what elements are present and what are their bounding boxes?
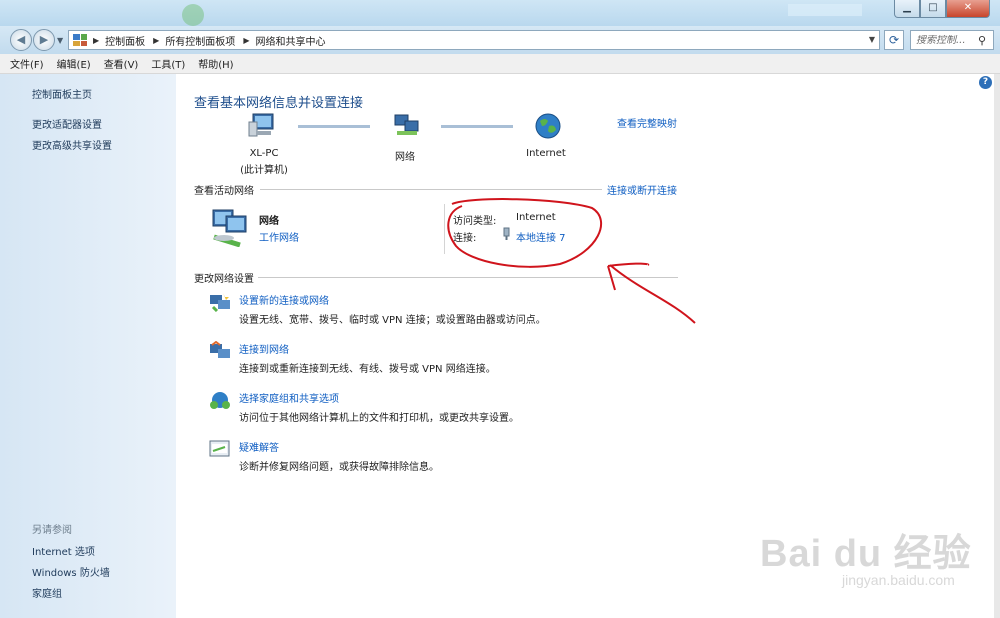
breadcrumb-network-center[interactable]: 网络和共享中心 <box>255 33 325 48</box>
see-also-heading: 另请参阅 <box>32 525 72 536</box>
task-connect-network-desc: 连接到或重新连接到无线、有线、拨号或 VPN 网络连接。 <box>239 364 496 375</box>
breadcrumb-separator-icon[interactable]: ▶ <box>93 36 99 45</box>
internet-label: Internet <box>526 148 566 159</box>
menu-file[interactable]: 文件(F) <box>10 56 44 71</box>
connect-network-icon <box>210 341 230 358</box>
minimize-button[interactable]: ▁ <box>894 0 920 18</box>
work-network-icon <box>212 209 247 247</box>
task-new-connection-desc: 设置无线、宽带、拨号、临时或 VPN 连接；或设置路由器或访问点。 <box>239 315 546 326</box>
blurred-app-icon <box>182 4 204 26</box>
active-networks-heading: 查看活动网络 <box>194 186 254 197</box>
task-troubleshoot-link[interactable]: 疑难解答 <box>239 439 279 454</box>
refresh-button[interactable]: ⟳ <box>884 30 904 50</box>
connection-line <box>441 125 513 128</box>
sidebar-item-advanced-sharing[interactable]: 更改高级共享设置 <box>32 137 112 152</box>
homegroup-icon <box>210 392 230 409</box>
menu-bar: 文件(F) 编辑(E) 查看(V) 工具(T) 帮助(H) <box>0 54 1000 74</box>
close-button[interactable]: ✕ <box>946 0 990 18</box>
task-connect-network-link[interactable]: 连接到网络 <box>239 341 289 356</box>
task-troubleshoot-desc: 诊断并修复网络问题，或获得故障排除信息。 <box>239 462 439 473</box>
network-icon <box>394 114 419 135</box>
title-bar: ▁ □ ✕ <box>0 0 1000 26</box>
access-type-label: 访问类型: <box>453 216 497 227</box>
pc-subtitle: (此计算机) <box>240 165 288 176</box>
chevron-down-icon[interactable]: ▼ <box>869 35 875 44</box>
blurred-region <box>788 4 862 16</box>
connection-label: 连接: <box>453 233 477 244</box>
menu-tools[interactable]: 工具(T) <box>151 56 185 71</box>
network-type-link[interactable]: 工作网络 <box>259 229 299 244</box>
breadcrumb-control-panel[interactable]: 控制面板 <box>105 33 145 48</box>
search-icon[interactable]: ⚲ <box>978 34 986 47</box>
sidebar-item-homegroup[interactable]: 家庭组 <box>32 585 62 600</box>
sidebar-item-adapter-settings[interactable]: 更改适配器设置 <box>32 116 102 131</box>
address-bar-row: ◀ ▶ ▼ ▶ 控制面板 ▶ 所有控制面板项 ▶ 网络和共享中心 ▼ ⟳ ⚲ <box>0 26 1000 54</box>
task-new-connection-link[interactable]: 设置新的连接或网络 <box>239 292 329 307</box>
ethernet-icon <box>503 227 510 240</box>
sidebar-item-internet-options[interactable]: Internet 选项 <box>32 543 95 558</box>
view-full-map-link[interactable]: 查看完整映射 <box>617 115 677 130</box>
recent-pages-dropdown[interactable]: ▼ <box>57 36 63 45</box>
address-bar[interactable]: ▶ 控制面板 ▶ 所有控制面板项 ▶ 网络和共享中心 ▼ <box>68 30 880 50</box>
task-homegroup-desc: 访问位于其他网络计算机上的文件和打印机，或更改共享设置。 <box>239 413 519 424</box>
connect-disconnect-link[interactable]: 连接或断开连接 <box>607 182 677 197</box>
globe-icon <box>535 113 561 139</box>
window-controls: ▁ □ ✕ <box>894 0 990 18</box>
forward-button[interactable]: ▶ <box>33 29 55 51</box>
new-connection-icon <box>210 293 230 312</box>
search-box[interactable]: ⚲ <box>910 30 994 50</box>
control-panel-icon <box>73 34 87 46</box>
task-homegroup-link[interactable]: 选择家庭组和共享选项 <box>239 390 339 405</box>
pc-label: XL-PC (此计算机) <box>236 148 292 176</box>
menu-help[interactable]: 帮助(H) <box>198 56 233 71</box>
access-type-value: Internet <box>516 212 556 223</box>
breadcrumb-separator-icon[interactable]: ▶ <box>243 36 249 45</box>
scrollbar[interactable] <box>994 74 1000 618</box>
pc-name: XL-PC <box>249 148 279 159</box>
breadcrumb-separator-icon[interactable]: ▶ <box>153 36 159 45</box>
computer-icon <box>248 113 274 137</box>
sidebar-item-control-panel-home[interactable]: 控制面板主页 <box>32 86 92 101</box>
sidebar: 控制面板主页 更改适配器设置 更改高级共享设置 另请参阅 Internet 选项… <box>0 74 176 618</box>
menu-edit[interactable]: 编辑(E) <box>57 56 91 71</box>
local-connection-link[interactable]: 本地连接 7 <box>516 229 566 244</box>
search-input[interactable] <box>916 34 978 46</box>
network-label: 网络 <box>395 152 415 163</box>
baidu-watermark: Bai du 经验 jingyan.baidu.com <box>760 522 972 588</box>
help-icon[interactable]: ? <box>979 76 992 89</box>
maximize-button[interactable]: □ <box>920 0 946 18</box>
breadcrumb-all-items[interactable]: 所有控制面板项 <box>165 33 235 48</box>
back-button[interactable]: ◀ <box>10 29 32 51</box>
active-network-name: 网络 <box>259 216 279 227</box>
section-divider <box>260 189 602 190</box>
section-divider <box>258 277 678 278</box>
sidebar-item-windows-firewall[interactable]: Windows 防火墙 <box>32 564 110 579</box>
watermark-url: jingyan.baidu.com <box>842 572 955 588</box>
connection-line <box>298 125 370 128</box>
vertical-divider <box>444 204 445 254</box>
page-title: 查看基本网络信息并设置连接 <box>194 96 364 111</box>
troubleshoot-icon <box>209 440 230 457</box>
change-settings-heading: 更改网络设置 <box>194 274 254 285</box>
watermark-brand: Bai du 经验 <box>760 533 972 575</box>
menu-view[interactable]: 查看(V) <box>104 56 139 71</box>
